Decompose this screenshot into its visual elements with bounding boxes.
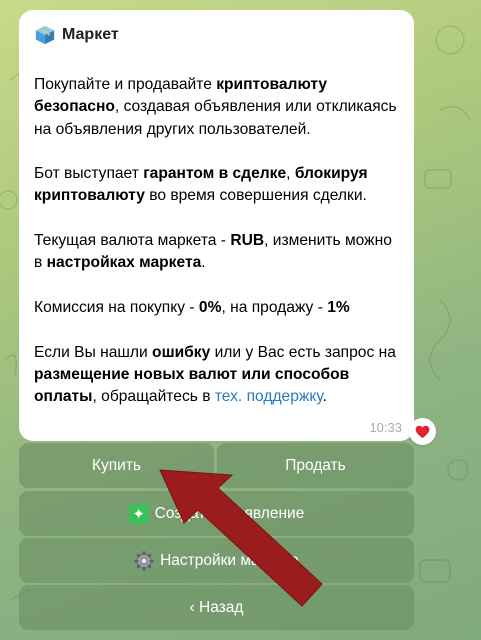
- market-settings-label: Настройки маркета: [160, 551, 299, 569]
- buy-button-label: Купить: [91, 456, 141, 474]
- message-time: 10:33: [369, 420, 402, 435]
- sell-button-label: Продать: [285, 456, 346, 474]
- support-link[interactable]: тех. поддержку: [215, 388, 323, 405]
- bot-message-bubble: Маркет Покупайте и продавайте криптовалю…: [19, 10, 414, 441]
- sell-button[interactable]: Продать: [217, 443, 414, 488]
- back-button-label: ‹ Назад: [189, 598, 244, 616]
- back-button[interactable]: ‹ Назад: [19, 585, 414, 630]
- create-listing-button[interactable]: ✦ Создать объявление: [19, 491, 414, 536]
- reaction-badge[interactable]: [409, 418, 436, 445]
- message-header: Маркет: [34, 22, 400, 48]
- heart-icon: [415, 425, 430, 438]
- market-settings-button[interactable]: Настройки маркета: [19, 538, 414, 583]
- paragraph-intro: Покупайте и продавайте криптовалюту безо…: [34, 76, 397, 138]
- buy-button[interactable]: Купить: [19, 443, 214, 488]
- gear-icon: [134, 550, 155, 571]
- sparkle-icon: ✦: [128, 503, 149, 524]
- paragraph-currency: Текущая валюта маркета - RUB, изменить м…: [34, 232, 392, 272]
- message-text: Покупайте и продавайте криптовалюту безо…: [34, 74, 402, 408]
- paragraph-support: Если Вы нашли ошибку или у Вас есть запр…: [34, 343, 396, 406]
- paragraph-guarantee: Бот выступает гарантом в сделке, блокиру…: [34, 165, 368, 205]
- bot-title: Маркет: [62, 26, 119, 43]
- create-listing-label: Создать объявление: [154, 504, 305, 522]
- paragraph-commission: Комиссия на покупку - 0%, на продажу - 1…: [34, 298, 350, 316]
- package-icon: [35, 25, 55, 45]
